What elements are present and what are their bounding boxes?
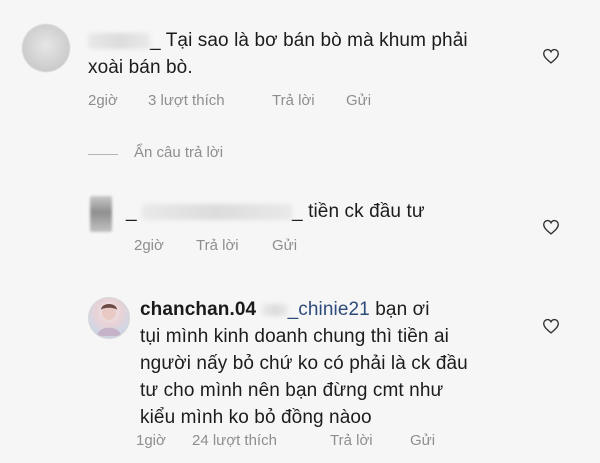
comment-body-line2: tụi mình kinh doanh chung thì tiền ai (140, 326, 449, 347)
comment-username[interactable]: chanchan.04 (140, 299, 256, 320)
likes-count[interactable]: 3 lượt thích (148, 92, 225, 109)
username-prefix: _ (126, 201, 143, 222)
comment-meta: 1giờ 24 lượt thích Trả lời Gửi (136, 432, 496, 452)
heart-icon[interactable] (542, 219, 560, 235)
avatar[interactable] (22, 24, 70, 72)
comment-body-line3: người nấy bỏ chứ ko có phải là ck đầu (140, 353, 468, 374)
username-suffix: _ (292, 201, 303, 222)
username-suffix: _ (150, 30, 161, 51)
comment-meta: 2giờ 3 lượt thích Trả lời Gửi (88, 92, 448, 112)
mention-link[interactable]: _chinie21 (288, 299, 370, 320)
likes-count[interactable]: 24 lượt thích (192, 432, 277, 449)
avatar-image (97, 304, 121, 336)
comment-body-line5: kiểu mình ko bỏ đồng nàoo (140, 407, 372, 428)
comment-meta: 2giờ Trả lời Gửi (134, 237, 394, 257)
comment-thread: _ Tại sao là bơ bán bò mà khum phải xoài… (0, 0, 600, 463)
redacted-username[interactable] (88, 32, 150, 49)
reply-button[interactable]: Trả lời (330, 432, 373, 449)
send-button[interactable]: Gửi (410, 432, 435, 449)
hide-replies-label[interactable]: Ẩn câu trả lời (134, 144, 223, 161)
avatar[interactable] (90, 196, 112, 232)
avatar[interactable] (88, 297, 130, 339)
comment-body: tiền ck đầu tư (308, 201, 425, 222)
comment-time: 2giờ (88, 92, 118, 109)
send-button[interactable]: Gửi (272, 237, 297, 254)
redacted-mention-prefix (261, 303, 288, 316)
heart-icon[interactable] (542, 48, 560, 64)
send-button[interactable]: Gửi (346, 92, 371, 109)
comment-text: _ _ tiền ck đầu tư (126, 198, 526, 225)
comment-body-line1: bạn ơi (375, 299, 430, 320)
reply-button[interactable]: Trả lời (196, 237, 239, 254)
heart-icon[interactable] (542, 318, 560, 334)
redacted-username[interactable] (142, 203, 293, 220)
comment-text: chanchan.04 _chinie21 bạn ơi tụi mình ki… (140, 296, 540, 431)
comment-body-line4: tư cho mình nên bạn đừng cmt như (140, 380, 444, 401)
comment-time: 1giờ (136, 432, 166, 449)
comment-text: _ Tại sao là bơ bán bò mà khum phải xoài… (88, 27, 528, 81)
comment-time: 2giờ (134, 237, 164, 254)
comment-body-line1: Tại sao là bơ bán bò mà khum phải (165, 30, 468, 51)
reply-button[interactable]: Trả lời (272, 92, 315, 109)
divider-line (88, 154, 118, 155)
comment-body-line2: xoài bán bò. (88, 57, 193, 78)
